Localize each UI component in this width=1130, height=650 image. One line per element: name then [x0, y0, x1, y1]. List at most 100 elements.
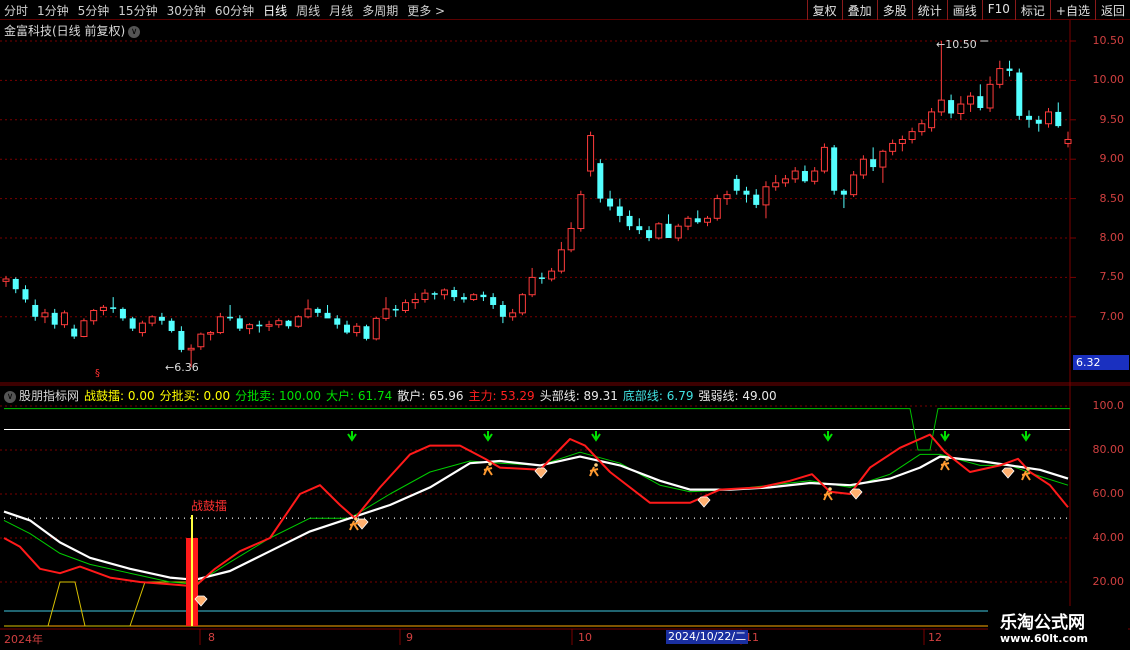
candle-body	[2, 278, 10, 282]
sell-arrow-icon	[591, 431, 601, 442]
toolbar-button-3[interactable]: 统计	[911, 0, 947, 20]
period-tab-6[interactable]: 日线	[263, 2, 287, 19]
indicator-value-2: 分批卖: 100.00	[235, 389, 322, 403]
stock-title-label: 金富科技(日线 前复权)	[4, 24, 126, 38]
period-tab-2[interactable]: 5分钟	[78, 2, 110, 19]
candle-body	[704, 217, 712, 223]
stock-title[interactable]: 金富科技(日线 前复权) ∨	[4, 22, 141, 39]
sell-arrow-icon	[940, 431, 950, 442]
period-tab-5[interactable]: 60分钟	[215, 2, 254, 19]
toolbar-button-5[interactable]: F10	[981, 0, 1015, 20]
indicator-value-6: 头部线: 89.31	[539, 389, 618, 403]
period-tab-9[interactable]: 多周期	[362, 2, 398, 19]
candle-body	[363, 326, 370, 339]
candle-body	[51, 312, 58, 325]
toolbar-button-1[interactable]: 叠加	[841, 0, 877, 20]
candle-body	[41, 312, 49, 318]
chevron-down-icon[interactable]: ∨	[128, 26, 141, 38]
candle-body	[1016, 72, 1023, 116]
toolbar-button-6[interactable]: 标记	[1014, 0, 1050, 20]
candle-body	[382, 308, 390, 319]
toolbar-button-4[interactable]: 画线	[946, 0, 982, 20]
main-force-line	[3, 433, 1069, 588]
candle-body	[22, 289, 29, 300]
runner-icon	[823, 490, 833, 501]
candle-body	[684, 217, 692, 227]
period-tab-4[interactable]: 30分钟	[167, 2, 206, 19]
watermark-title: 乐淘公式网	[1000, 613, 1085, 633]
candle-body	[977, 96, 984, 108]
candle-body	[265, 324, 273, 327]
runner-head	[945, 457, 949, 461]
candle-body	[548, 270, 556, 280]
period-tab-1[interactable]: 1分钟	[37, 2, 69, 19]
period-tab-7[interactable]: 周线	[296, 2, 320, 19]
price-tick-label: 9.00	[1099, 152, 1125, 166]
diamond-icon	[849, 488, 863, 500]
runner-icon	[1021, 470, 1031, 481]
candle-body	[518, 294, 526, 314]
candle-body	[304, 308, 312, 318]
sell-arrow-icon	[823, 431, 833, 442]
candle-body	[567, 228, 575, 251]
candle-body	[168, 320, 175, 331]
chevron-down-icon[interactable]: ∨	[4, 391, 16, 403]
toolbar-button-7[interactable]: +自选	[1049, 0, 1095, 20]
low-price-label: ←6.36	[165, 361, 199, 374]
candle-body	[898, 139, 906, 144]
candle-body	[460, 297, 467, 300]
candle-body	[908, 131, 916, 141]
candle-body	[723, 194, 731, 200]
candle-body	[811, 170, 819, 182]
candle-body	[801, 171, 808, 182]
candle-body	[285, 320, 292, 327]
year-label: 2024年	[4, 633, 43, 646]
toolbar-button-0[interactable]: 复权	[806, 0, 842, 20]
indicator-value-1: 分批买: 0.00	[159, 389, 231, 403]
candle-body	[928, 111, 936, 129]
candle-body	[499, 304, 506, 317]
indicator-value-5: 主力: 53.29	[468, 389, 535, 403]
candle-body	[158, 316, 165, 321]
diamond-icon	[697, 496, 711, 508]
indicator-value-7: 底部线: 6.79	[622, 389, 694, 403]
candle-body	[99, 306, 107, 311]
runner-head	[354, 517, 358, 521]
price-tick-label: 8.00	[1099, 231, 1125, 244]
toolbar-button-2[interactable]: 多股	[876, 0, 912, 20]
buy-step-line	[4, 581, 190, 627]
runner-icon	[349, 520, 359, 531]
candle-body	[90, 309, 98, 322]
kline-chart[interactable]: §	[0, 20, 1130, 650]
period-tab-10[interactable]: 更多 >	[407, 2, 445, 19]
retail-line	[3, 455, 1069, 581]
candle-body	[850, 174, 858, 196]
runner-icon	[589, 466, 599, 477]
candle-body	[528, 276, 536, 296]
candle-body	[587, 135, 595, 172]
candle-body	[470, 294, 478, 300]
candle-body	[1064, 139, 1072, 144]
candle-body	[431, 293, 438, 295]
candle-body	[353, 325, 361, 334]
period-tab-8[interactable]: 月线	[329, 2, 353, 19]
candle-body	[820, 146, 828, 172]
price-tick-label: 8.50	[1099, 191, 1125, 205]
candle-body	[674, 225, 682, 239]
candle-body	[967, 95, 975, 105]
candle-body	[480, 294, 487, 298]
candle-body	[996, 68, 1004, 85]
runner-icon	[483, 465, 493, 476]
toolbar-button-8[interactable]: 返回	[1094, 0, 1130, 20]
period-tab-0[interactable]: 分时	[4, 2, 28, 19]
price-tick-label: 9.50	[1099, 112, 1125, 126]
candle-body	[538, 277, 545, 279]
candle-body	[597, 163, 604, 199]
watermark: 乐淘公式网 www.60lt.com	[988, 606, 1128, 650]
candle-body	[840, 190, 847, 195]
candle-body	[831, 147, 838, 191]
candle-body	[344, 324, 351, 333]
period-tab-3[interactable]: 15分钟	[118, 2, 157, 19]
indicator-header: ∨ 股朋指标网 战鼓擂: 0.00 分批买: 0.00 分批卖: 100.00 大户: 6…	[4, 387, 787, 404]
indicator-value-0: 战鼓擂: 0.00	[84, 389, 155, 403]
